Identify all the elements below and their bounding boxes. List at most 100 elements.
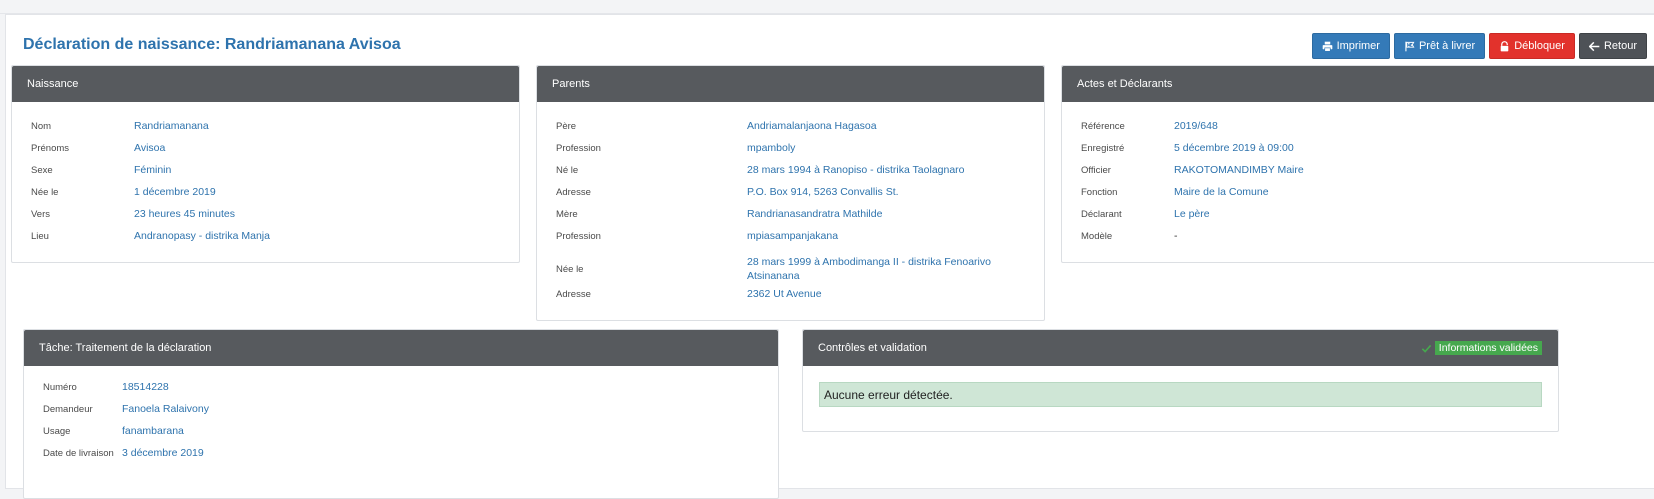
naissance-row: Prénoms Avisoa [12, 141, 519, 163]
print-button[interactable]: Imprimer [1311, 33, 1390, 59]
actes-row: Enregistré 5 décembre 2019 à 09:00 [1062, 141, 1654, 163]
field-label: Nom [31, 121, 52, 132]
field-label: Vers [31, 209, 51, 220]
field-label: Née le [556, 263, 584, 275]
field-label: Adresse [556, 187, 591, 198]
field-value[interactable]: mpamboly [747, 141, 795, 155]
field-value[interactable]: 2362 Ut Avenue [747, 287, 822, 301]
field-value[interactable]: 1 décembre 2019 [134, 185, 216, 199]
field-value: - [1174, 230, 1178, 242]
unlock-button[interactable]: Débloquer [1489, 33, 1575, 59]
check-icon [1421, 344, 1432, 353]
actes-row: Officier RAKOTOMANDIMBY Maire [1062, 163, 1654, 185]
field-label: Profession [556, 231, 601, 242]
controles-panel: Contrôles et validation Informations val… [802, 329, 1559, 432]
validation-badge: Informations validées [1421, 341, 1542, 355]
field-label: Né le [556, 165, 579, 176]
field-label: Prénoms [31, 143, 70, 154]
field-value[interactable]: Maire de la Comune [1174, 185, 1269, 199]
parents-rows: Père Andriamalanjaona Hagasoa Profession m… [537, 102, 1044, 309]
field-value[interactable]: Randrianasandratra Mathilde [747, 207, 882, 221]
field-label: Demandeur [43, 404, 93, 415]
field-label: Profession [556, 143, 601, 154]
field-label: Père [556, 121, 577, 132]
actes-row: Modèle - [1062, 229, 1654, 251]
parents-row: Père Andriamalanjaona Hagasoa [537, 119, 1044, 141]
tache-row: Demandeur Fanoela Ralaivony [24, 402, 778, 424]
field-value[interactable]: 2019/648 [1174, 119, 1218, 133]
field-label: Déclarant [1081, 209, 1122, 220]
parents-panel-header: Parents [537, 66, 1044, 102]
top-strip [0, 0, 1654, 14]
parents-panel: Parents Père Andriamalanjaona Hagasoa Pro… [536, 65, 1045, 321]
print-button-label: Imprimer [1336, 40, 1380, 52]
field-label: Sexe [31, 165, 53, 176]
actes-rows: Référence 2019/648 Enregistré 5 décembre 2… [1062, 102, 1654, 251]
field-value[interactable]: Avisoa [134, 141, 165, 155]
parents-row: Née le 28 mars 1999 à Ambodimanga II - di… [537, 251, 1044, 287]
field-value[interactable]: 3 décembre 2019 [122, 446, 204, 460]
field-value[interactable]: 28 mars 1994 à Ranopiso - distrika Taola… [747, 163, 965, 177]
field-label: Numéro [43, 382, 77, 393]
naissance-panel-header: Naissance [12, 66, 519, 102]
field-value[interactable]: Le père [1174, 207, 1210, 221]
field-label: Née le [31, 187, 59, 198]
field-label: Fonction [1081, 187, 1118, 198]
validation-badge-label: Informations validées [1434, 341, 1542, 355]
flag-icon [1405, 41, 1415, 51]
success-alert: Aucune erreur détectée. [819, 382, 1542, 407]
unlock-icon [1500, 40, 1509, 51]
parents-row: Adresse 2362 Ut Avenue [537, 287, 1044, 309]
unlock-button-label: Débloquer [1514, 40, 1565, 52]
field-label: Mère [556, 209, 578, 220]
print-icon [1322, 41, 1332, 52]
field-label: Lieu [31, 231, 49, 242]
actes-panel-header: Actes et Déclarants [1062, 66, 1654, 102]
parents-row: Mère Randrianasandratra Mathilde [537, 207, 1044, 229]
page-title: Déclaration de naissance: Randriamanana … [23, 36, 401, 53]
tache-row: Usage fanambarana [24, 424, 778, 446]
field-label: Usage [43, 426, 71, 437]
ready-to-deliver-button[interactable]: Prêt à livrer [1393, 33, 1486, 59]
field-value[interactable]: P.O. Box 914, 5263 Convallis St. [747, 185, 899, 199]
field-value[interactable]: RAKOTOMANDIMBY Maire [1174, 163, 1304, 177]
field-value[interactable]: 23 heures 45 minutes [134, 207, 235, 221]
field-value[interactable]: Féminin [134, 163, 171, 177]
actes-row: Déclarant Le père [1062, 207, 1654, 229]
naissance-row: Sexe Féminin [12, 163, 519, 185]
field-value[interactable]: 5 décembre 2019 à 09:00 [1174, 141, 1294, 155]
field-value[interactable]: mpiasampanjakana [747, 229, 838, 243]
field-label: Officier [1081, 165, 1111, 176]
back-button[interactable]: Retour [1578, 33, 1647, 59]
field-label: Modèle [1081, 231, 1113, 242]
field-value[interactable]: 28 mars 1999 à Ambodimanga II - distrika… [747, 255, 1017, 283]
field-label: Date de livraison [43, 448, 114, 459]
back-button-label: Retour [1603, 40, 1637, 52]
field-label: Enregistré [1081, 143, 1125, 154]
field-value[interactable]: Andriamalanjaona Hagasoa [747, 119, 877, 133]
actes-row: Fonction Maire de la Comune [1062, 185, 1654, 207]
action-toolbar: Imprimer Prêt à livrer Débloquer Retour [1311, 33, 1647, 59]
naissance-panel: Naissance Nom Randriamanana Prénoms Avisoa… [11, 65, 520, 263]
field-label: Adresse [556, 289, 591, 300]
tache-row: Date de livraison 3 décembre 2019 [24, 446, 778, 468]
naissance-row: Née le 1 décembre 2019 [12, 185, 519, 207]
naissance-row: Lieu Andranopasy - distrika Manja [12, 229, 519, 251]
ready-to-deliver-label: Prêt à livrer [1418, 40, 1476, 52]
naissance-rows: Nom Randriamanana Prénoms Avisoa Sexe Fémin… [12, 102, 519, 251]
page-container: Déclaration de naissance: Randriamanana … [5, 14, 1654, 499]
field-value[interactable]: Randriamanana [134, 119, 209, 133]
parents-row: Né le 28 mars 1994 à Ranopiso - distrika … [537, 163, 1044, 185]
field-value[interactable]: Andranopasy - distrika Manja [134, 229, 270, 243]
field-value[interactable]: 18514228 [122, 380, 169, 394]
actes-panel: Actes et Déclarants Référence 2019/648 En… [1061, 65, 1654, 263]
parents-row: Adresse P.O. Box 914, 5263 Convallis St. [537, 185, 1044, 207]
field-value[interactable]: fanambarana [122, 424, 184, 438]
field-value[interactable]: Fanoela Ralaivony [122, 402, 209, 416]
tache-panel-header: Tâche: Traitement de la déclaration [24, 330, 778, 366]
actes-row: Référence 2019/648 [1062, 119, 1654, 141]
tache-panel: Tâche: Traitement de la déclaration Numé… [23, 329, 779, 499]
parents-row: Profession mpamboly [537, 141, 1044, 163]
arrow-left-icon [1588, 41, 1600, 51]
naissance-row: Vers 23 heures 45 minutes [12, 207, 519, 229]
